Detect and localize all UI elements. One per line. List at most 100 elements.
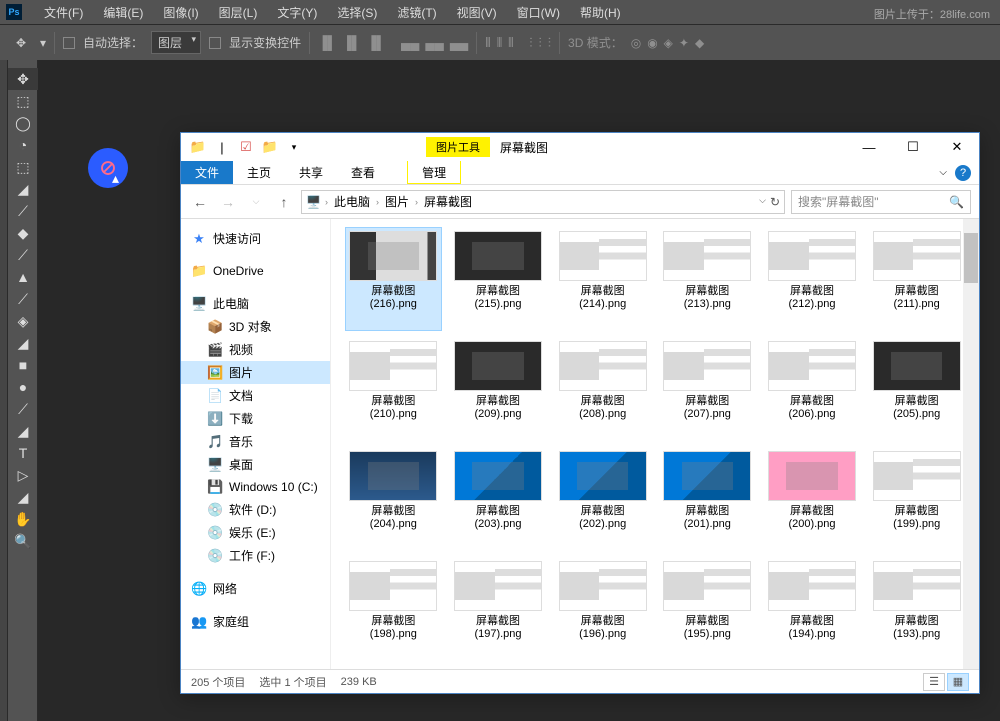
file-item[interactable]: 屏幕截图 (194).png — [764, 557, 861, 661]
file-item[interactable]: 屏幕截图 (207).png — [659, 337, 756, 441]
expand-ribbon-icon[interactable]: ⌵ — [939, 167, 947, 178]
ps-tool[interactable]: ▷ — [8, 464, 38, 486]
ps-tool[interactable]: ⬚ — [8, 156, 38, 178]
ps-menu-item[interactable]: 编辑(E) — [93, 4, 153, 21]
file-item[interactable]: 屏幕截图 (202).png — [554, 447, 651, 551]
ps-tool[interactable]: ⬚ — [8, 90, 38, 112]
file-item[interactable]: 屏幕截图 (201).png — [659, 447, 756, 551]
forward-button[interactable]: → — [217, 191, 239, 213]
view-icons-button[interactable]: ▦ — [947, 673, 969, 691]
chevron-right-icon[interactable]: › — [321, 197, 332, 207]
ps-menu-item[interactable]: 图像(I) — [153, 4, 208, 21]
sidebar-item[interactable]: 💾Windows 10 (C:) — [181, 476, 330, 498]
sidebar-item-homegroup[interactable]: 👥家庭组 — [181, 610, 330, 633]
file-item[interactable]: 屏幕截图 (209).png — [450, 337, 547, 441]
file-item[interactable]: 屏幕截图 (210).png — [345, 337, 442, 441]
sidebar-item[interactable]: 💿娱乐 (E:) — [181, 521, 330, 544]
address-bar[interactable]: 🖥️ › 此电脑 › 图片 › 屏幕截图 ⌵ ↻ — [301, 190, 785, 214]
sidebar-item[interactable]: 📦3D 对象 — [181, 315, 330, 338]
maximize-button[interactable]: ☐ — [891, 133, 935, 161]
ps-tool[interactable]: ◢ — [8, 486, 38, 508]
sidebar-item[interactable]: 🖥️桌面 — [181, 453, 330, 476]
file-item[interactable]: 屏幕截图 (199).png — [868, 447, 965, 551]
ps-menu-item[interactable]: 视图(V) — [447, 4, 507, 21]
ps-tool[interactable]: ✥ — [8, 68, 38, 90]
file-item[interactable]: 屏幕截图 (214).png — [554, 227, 651, 331]
ribbon-tab-view[interactable]: 查看 — [337, 161, 389, 184]
sidebar-item[interactable]: 🎵音乐 — [181, 430, 330, 453]
chevron-right-icon[interactable]: › — [411, 197, 422, 207]
file-item[interactable]: 屏幕截图 (204).png — [345, 447, 442, 551]
chevron-right-icon[interactable]: › — [372, 197, 383, 207]
close-button[interactable]: ✕ — [935, 133, 979, 161]
sidebar-item-onedrive[interactable]: 📁OneDrive — [181, 260, 330, 282]
sidebar-item-network[interactable]: 🌐网络 — [181, 577, 330, 600]
file-item[interactable]: 屏幕截图 (216).png — [345, 227, 442, 331]
file-item[interactable]: 屏幕截图 (196).png — [554, 557, 651, 661]
ps-tool[interactable]: ◈ — [8, 310, 38, 332]
ps-tool[interactable]: ⟋ — [8, 200, 38, 222]
ps-menu-item[interactable]: 滤镜(T) — [387, 4, 446, 21]
sidebar-item[interactable]: 📄文档 — [181, 384, 330, 407]
breadcrumb[interactable]: 此电脑 — [332, 193, 372, 210]
file-item[interactable]: 屏幕截图 (200).png — [764, 447, 861, 551]
ps-menu-item[interactable]: 图层(L) — [209, 4, 268, 21]
ps-tool[interactable]: ● — [8, 376, 38, 398]
auto-select-checkbox[interactable] — [63, 37, 75, 49]
sidebar-item-quick-access[interactable]: ★快速访问 — [181, 227, 330, 250]
search-icon[interactable]: 🔍 — [949, 195, 964, 209]
ps-tool[interactable]: ■ — [8, 354, 38, 376]
show-transform-checkbox[interactable] — [209, 37, 221, 49]
sidebar-item[interactable]: 💿工作 (F:) — [181, 544, 330, 567]
refresh-icon[interactable]: ↻ — [770, 195, 780, 209]
address-dropdown-icon[interactable]: ⌵ — [759, 195, 766, 209]
breadcrumb[interactable]: 图片 — [383, 193, 411, 210]
file-item[interactable]: 屏幕截图 (208).png — [554, 337, 651, 441]
file-item[interactable]: 屏幕截图 (212).png — [764, 227, 861, 331]
ps-menu-item[interactable]: 窗口(W) — [507, 4, 570, 21]
properties-icon[interactable]: ☑ — [235, 136, 257, 158]
up-button[interactable]: ↑ — [273, 191, 295, 213]
view-details-button[interactable]: ☰ — [923, 673, 945, 691]
ribbon-tab-file[interactable]: 文件 — [181, 161, 233, 184]
sidebar-item[interactable]: 💿软件 (D:) — [181, 498, 330, 521]
ps-tool[interactable]: ◆ — [8, 222, 38, 244]
new-folder-icon[interactable]: 📁 — [259, 136, 281, 158]
explorer-content[interactable]: 屏幕截图 (216).png屏幕截图 (215).png屏幕截图 (214).p… — [331, 219, 979, 669]
ps-tool[interactable]: ◯ — [8, 112, 38, 134]
file-item[interactable]: 屏幕截图 (206).png — [764, 337, 861, 441]
sidebar-item[interactable]: 🎬视频 — [181, 338, 330, 361]
file-item[interactable]: 屏幕截图 (203).png — [450, 447, 547, 551]
help-icon[interactable]: ? — [955, 165, 971, 181]
qat-dropdown-icon[interactable]: ▾ — [283, 136, 305, 158]
ribbon-tab-manage[interactable]: 管理 — [407, 161, 461, 184]
search-box[interactable]: 搜索"屏幕截图" 🔍 — [791, 190, 971, 214]
sidebar-item[interactable]: ⬇️下载 — [181, 407, 330, 430]
file-item[interactable]: 屏幕截图 (197).png — [450, 557, 547, 661]
layer-dropdown[interactable]: 图层 — [151, 31, 201, 54]
ps-menu-item[interactable]: 文字(Y) — [267, 4, 327, 21]
scrollbar-thumb[interactable] — [964, 233, 978, 283]
sidebar-item-this-pc[interactable]: 🖥️此电脑 — [181, 292, 330, 315]
scrollbar[interactable] — [963, 219, 979, 669]
ps-menu-item[interactable]: 文件(F) — [34, 4, 93, 21]
ps-tool[interactable]: ⟋ — [8, 244, 38, 266]
file-item[interactable]: 屏幕截图 (193).png — [868, 557, 965, 661]
ps-tool[interactable]: ◢ — [8, 420, 38, 442]
ribbon-tab-home[interactable]: 主页 — [233, 161, 285, 184]
ps-tool[interactable]: ◢ — [8, 332, 38, 354]
file-item[interactable]: 屏幕截图 (215).png — [450, 227, 547, 331]
minimize-button[interactable]: — — [847, 133, 891, 161]
file-item[interactable]: 屏幕截图 (198).png — [345, 557, 442, 661]
ps-tool[interactable]: ◢ — [8, 178, 38, 200]
ps-tool[interactable]: ⟋ — [8, 288, 38, 310]
sidebar-item[interactable]: 🖼️图片 — [181, 361, 330, 384]
ps-menu-item[interactable]: 选择(S) — [327, 4, 387, 21]
explorer-titlebar[interactable]: 📁 | ☑ 📁 ▾ 图片工具 屏幕截图 — ☐ ✕ — [181, 133, 979, 161]
ps-tool[interactable]: ✋ — [8, 508, 38, 530]
ps-tool[interactable]: ⟋ — [8, 398, 38, 420]
file-item[interactable]: 屏幕截图 (205).png — [868, 337, 965, 441]
ps-tool[interactable]: T — [8, 442, 38, 464]
breadcrumb[interactable]: 屏幕截图 — [422, 193, 474, 210]
ps-tool[interactable]: ▲ — [8, 266, 38, 288]
